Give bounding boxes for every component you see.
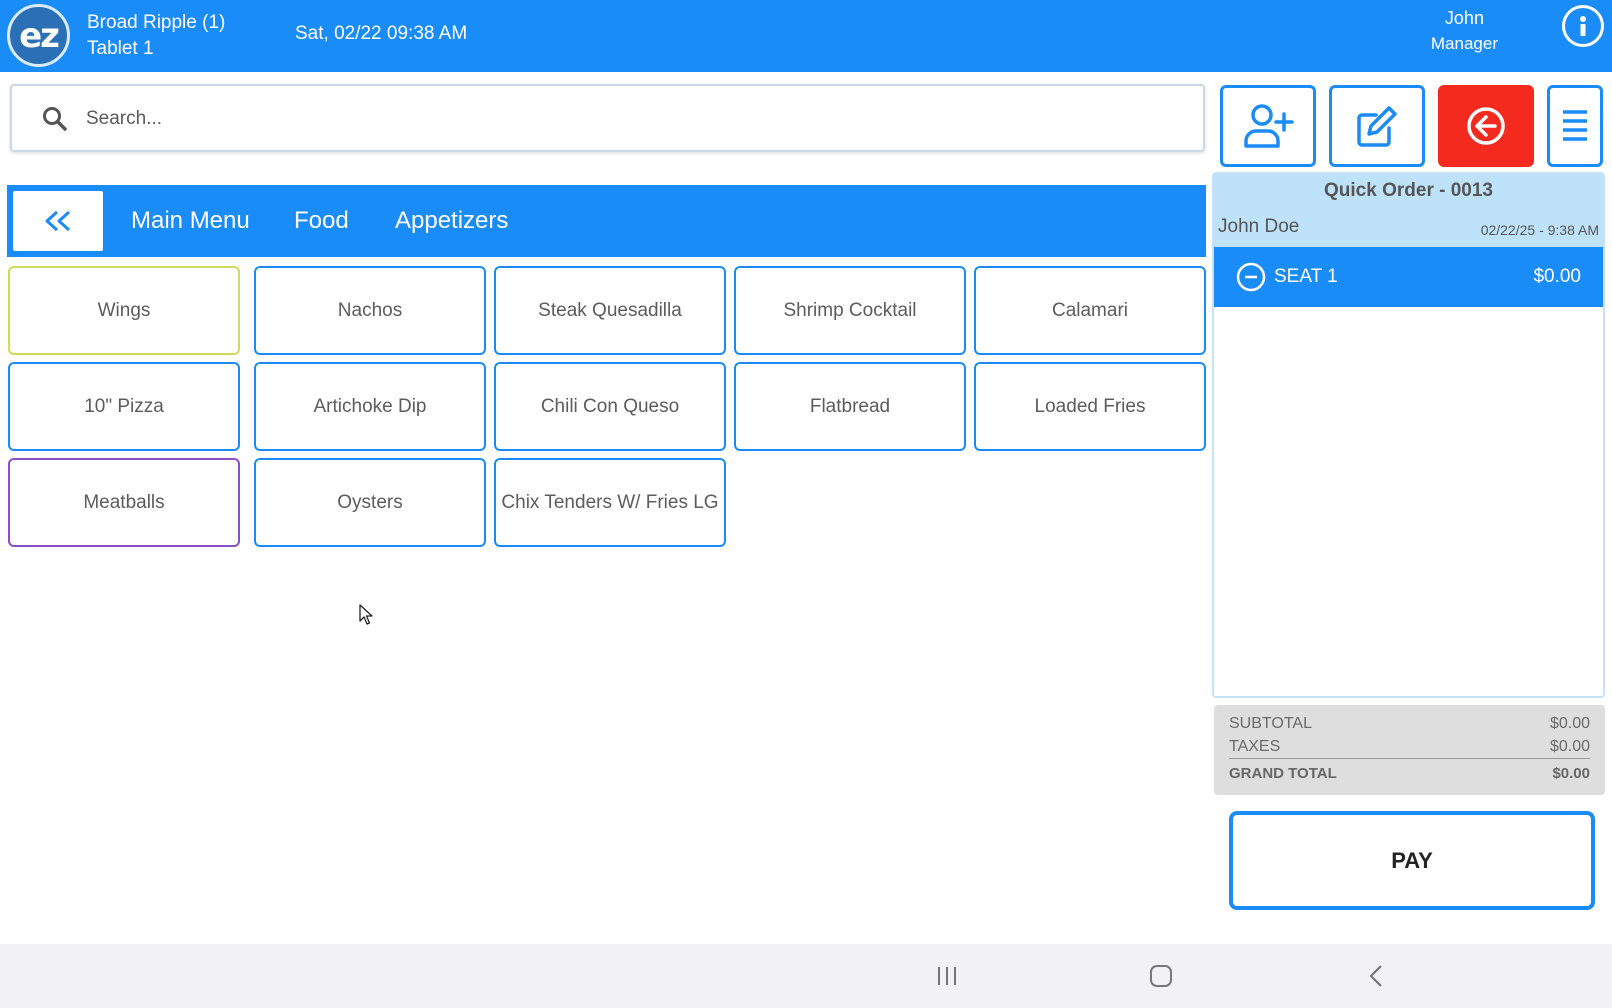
breadcrumb: Main Menu Food Appetizers: [7, 185, 1206, 257]
grand-total-row: GRAND TOTAL $0.00: [1229, 765, 1590, 782]
add-customer-icon: [1244, 104, 1294, 148]
order-title: Quick Order - 0013: [1324, 180, 1493, 201]
menu-item-calamari[interactable]: Calamari: [974, 266, 1206, 355]
menu-item-shrimp-cocktail[interactable]: Shrimp Cocktail: [734, 266, 966, 355]
user-info[interactable]: John Manager: [1431, 6, 1498, 56]
add-customer-button[interactable]: [1220, 85, 1316, 167]
subtotal-value: $0.00: [1549, 715, 1590, 732]
order-header: Quick Order - 0013 John Doe 02/22/25 - 9…: [1214, 174, 1603, 247]
breadcrumb-main-menu[interactable]: Main Menu: [131, 207, 250, 235]
menu-item-10-pizza[interactable]: 10" Pizza: [8, 362, 240, 451]
location-name: Broad Ripple (1): [87, 12, 226, 33]
menu-item-loaded-fries[interactable]: Loaded Fries: [974, 362, 1206, 451]
taxes-label: TAXES: [1229, 738, 1281, 755]
back-chevron-icon: [1369, 965, 1382, 987]
current-datetime: Sat, 02/22 09:38 AM: [295, 23, 468, 44]
menu-item-flatbread[interactable]: Flatbread: [734, 362, 966, 451]
seat-amount: $0.00: [1533, 266, 1581, 287]
search-input[interactable]: [86, 100, 1166, 138]
subtotal-label: SUBTOTAL: [1229, 715, 1312, 732]
minus-circle-icon[interactable]: [1236, 262, 1266, 292]
edit-order-button[interactable]: [1329, 85, 1425, 167]
menu-item-oysters[interactable]: Oysters: [254, 458, 486, 547]
ez-logo: ez: [7, 4, 70, 67]
menu-button[interactable]: [1547, 85, 1603, 167]
top-bar: ez Broad Ripple (1) Tablet 1 Sat, 02/22 …: [0, 0, 1612, 72]
double-chevron-left-icon: [45, 210, 71, 232]
breadcrumb-appetizers[interactable]: Appetizers: [395, 207, 508, 235]
recent-apps-button[interactable]: [927, 960, 967, 992]
menu-item-chili-con-queso[interactable]: Chili Con Queso: [494, 362, 726, 451]
location-info: Broad Ripple (1) Tablet 1: [87, 10, 225, 62]
menu-item-wings[interactable]: Wings: [8, 266, 240, 355]
customer-name[interactable]: John Doe: [1218, 216, 1299, 238]
order-timestamp: 02/22/25 - 9:38 AM: [1480, 222, 1599, 238]
info-button[interactable]: [1562, 5, 1604, 47]
system-back-button[interactable]: [1356, 960, 1396, 992]
menu-item-nachos[interactable]: Nachos: [254, 266, 486, 355]
order-panel: Quick Order - 0013 John Doe 02/22/25 - 9…: [1212, 172, 1605, 698]
recent-apps-icon: [938, 967, 956, 985]
user-role: Manager: [1430, 34, 1498, 53]
mouse-cursor-icon: [359, 604, 373, 625]
home-icon: [1150, 965, 1172, 987]
info-icon: [1580, 16, 1586, 36]
pay-button[interactable]: PAY: [1229, 811, 1595, 910]
menu-item-steak-quesadilla[interactable]: Steak Quesadilla: [494, 266, 726, 355]
search-bar: [10, 84, 1205, 152]
menu-item-artichoke-dip[interactable]: Artichoke Dip: [254, 362, 486, 451]
breadcrumb-food[interactable]: Food: [294, 207, 349, 235]
menu-item-chix-tenders[interactable]: Chix Tenders W/ Fries LG: [494, 458, 726, 547]
system-nav-bar: [0, 944, 1612, 1008]
search-icon: [43, 107, 67, 131]
logo-text: ez: [19, 15, 60, 56]
taxes-row: TAXES $0.00: [1229, 738, 1590, 756]
device-name: Tablet 1: [87, 38, 154, 59]
subtotal-row: SUBTOTAL $0.00: [1229, 715, 1590, 733]
grand-total-label: GRAND TOTAL: [1229, 765, 1337, 782]
exit-order-button[interactable]: [1438, 85, 1534, 167]
order-totals: SUBTOTAL $0.00 TAXES $0.00 GRAND TOTAL $…: [1214, 705, 1605, 795]
pos-app: ez Broad Ripple (1) Tablet 1 Sat, 02/22 …: [0, 0, 1612, 1008]
back-arrow-icon: [1467, 107, 1505, 145]
seat-label: SEAT 1: [1274, 266, 1338, 287]
home-button[interactable]: [1141, 960, 1181, 992]
grand-total-value: $0.00: [1552, 765, 1590, 782]
edit-icon: [1357, 106, 1397, 147]
menu-item-meatballs[interactable]: Meatballs: [8, 458, 240, 547]
user-name: John: [1444, 8, 1484, 28]
totals-divider: [1229, 758, 1590, 759]
category-back-button[interactable]: [13, 191, 103, 251]
taxes-value: $0.00: [1549, 738, 1590, 755]
seat-row[interactable]: SEAT 1 $0.00: [1214, 247, 1603, 307]
hamburger-menu-icon: [1563, 110, 1587, 141]
